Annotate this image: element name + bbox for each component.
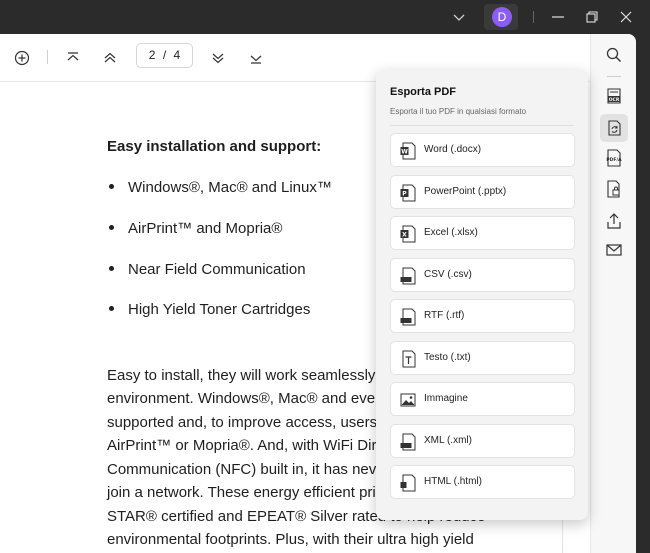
option-label: Word (.docx) xyxy=(424,144,482,155)
powerpoint-icon: P xyxy=(400,184,416,202)
current-page: 2 xyxy=(148,48,156,62)
divider xyxy=(533,11,534,23)
ocr-icon[interactable]: OCR xyxy=(604,86,624,106)
list-item: Windows®, Mac® and Linux™ xyxy=(107,179,332,196)
rtf-icon xyxy=(400,308,416,326)
export-text-option[interactable]: Testo (.txt) xyxy=(390,341,575,375)
list-item: AirPrint™ and Mopria® xyxy=(107,220,282,237)
divider xyxy=(607,76,621,77)
svg-text:X: X xyxy=(402,232,407,239)
panel-subtitle: Esporta il tuo PDF in qualsiasi formato xyxy=(390,107,527,116)
previous-page-icon[interactable] xyxy=(100,48,120,68)
export-excel-option[interactable]: X Excel (.xlsx) xyxy=(390,216,575,250)
paragraph-line: Communication (NFC) built in, it has nev xyxy=(107,461,377,478)
html-icon xyxy=(400,474,416,492)
pdfa-icon[interactable]: PDF/A xyxy=(604,148,624,168)
excel-icon: X xyxy=(400,225,416,243)
export-csv-option[interactable]: CSV (.csv) xyxy=(390,258,575,292)
option-label: PowerPoint (.pptx) xyxy=(424,186,507,197)
page-number-field[interactable]: 2 / 4 xyxy=(136,43,193,68)
paragraph-line: AirPrint™ or Mopria®. And, with WiFi Dir… xyxy=(107,437,385,454)
export-powerpoint-option[interactable]: P PowerPoint (.pptx) xyxy=(390,175,575,209)
word-icon: W xyxy=(400,142,416,160)
close-icon[interactable] xyxy=(616,7,636,27)
export-pdf-panel: Esporta PDF Esporta il tuo PDF in qualsi… xyxy=(376,70,588,520)
list-item: High Yield Toner Cartridges xyxy=(107,301,310,318)
option-label: Immagine xyxy=(424,393,468,404)
export-pdf-button[interactable] xyxy=(600,114,628,142)
minimize-icon[interactable] xyxy=(548,7,568,27)
divider xyxy=(47,50,48,64)
svg-text:PDF/A: PDF/A xyxy=(606,157,622,163)
export-rtf-option[interactable]: RTF (.rtf) xyxy=(390,299,575,333)
page-separator: / xyxy=(162,48,167,62)
restore-icon[interactable] xyxy=(582,7,602,27)
account-button[interactable]: D xyxy=(484,4,518,30)
export-html-option[interactable]: HTML (.html) xyxy=(390,465,575,499)
list-item: Near Field Communication xyxy=(107,261,306,278)
paragraph-line: environment. Windows®, Mac® and even xyxy=(107,390,384,407)
svg-text:P: P xyxy=(402,191,407,198)
convert-icon xyxy=(608,120,621,136)
option-label: Testo (.txt) xyxy=(424,352,471,363)
total-pages: 4 xyxy=(173,48,181,62)
zoom-in-icon[interactable] xyxy=(12,48,32,68)
export-image-option[interactable]: Immagine xyxy=(390,382,575,416)
export-xml-option[interactable]: XML (.xml) xyxy=(390,424,575,458)
section-heading: Easy installation and support: xyxy=(107,138,322,155)
chevron-down-icon[interactable] xyxy=(452,10,466,24)
right-toolbar: OCR PDF/A xyxy=(590,34,636,553)
text-icon xyxy=(402,350,416,368)
first-page-icon[interactable] xyxy=(63,48,83,68)
protect-document-icon[interactable] xyxy=(604,179,624,199)
title-bar: D xyxy=(0,0,650,34)
image-icon xyxy=(400,393,416,407)
paragraph-line: Easy to install, they will work seamless… xyxy=(107,367,376,384)
mail-icon[interactable] xyxy=(604,240,624,260)
csv-icon xyxy=(400,267,416,285)
option-label: HTML (.html) xyxy=(424,476,482,487)
divider xyxy=(390,125,574,126)
next-page-icon[interactable] xyxy=(208,48,228,68)
search-icon[interactable] xyxy=(604,45,624,65)
option-label: CSV (.csv) xyxy=(424,269,472,280)
option-label: Excel (.xlsx) xyxy=(424,227,478,238)
export-word-option[interactable]: W Word (.docx) xyxy=(390,133,575,167)
option-label: RTF (.rtf) xyxy=(424,310,465,321)
panel-title: Esporta PDF xyxy=(390,86,457,98)
avatar: D xyxy=(492,7,512,27)
svg-text:OCR: OCR xyxy=(609,97,620,103)
app-window: 2 / 4 Easy installation and support: Win… xyxy=(0,34,636,553)
share-icon[interactable] xyxy=(604,211,624,231)
option-label: XML (.xml) xyxy=(424,435,472,446)
xml-icon xyxy=(400,433,416,451)
last-page-icon[interactable] xyxy=(246,48,266,68)
paragraph-line: supported and, to improve access, users … xyxy=(107,414,389,431)
svg-text:W: W xyxy=(401,149,408,156)
paragraph-line: environmental footprints. Plus, with the… xyxy=(107,531,474,548)
